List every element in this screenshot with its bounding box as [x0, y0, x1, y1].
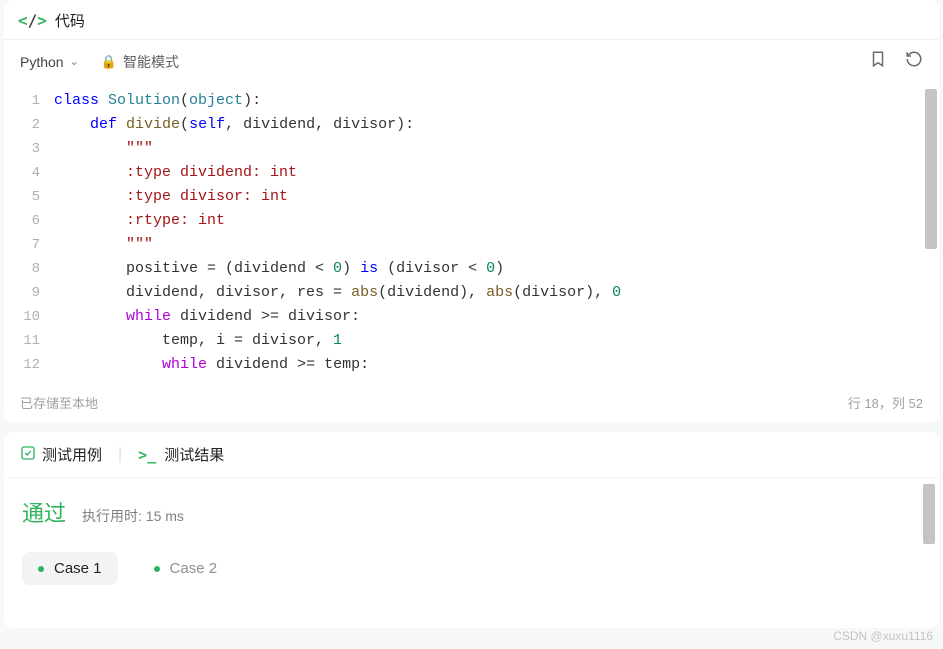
tab-testcase-label: 测试用例	[42, 444, 102, 465]
code-content[interactable]: class Solution(object): def divide(self,…	[54, 89, 939, 371]
tab-testcase[interactable]: 测试用例	[18, 442, 104, 467]
tab-separator: |	[118, 446, 122, 464]
terminal-icon: >_	[138, 446, 156, 464]
lock-icon: 🔒	[101, 54, 117, 70]
reset-icon[interactable]	[905, 50, 923, 73]
tab-testresult-label: 测试结果	[164, 444, 224, 465]
cursor-position: 行 18，列 52	[848, 393, 923, 412]
save-status: 已存储至本地	[20, 393, 98, 412]
language-selector[interactable]: Python ⌄	[20, 54, 79, 70]
panel-title: 代码	[55, 10, 85, 31]
case-label: Case 1	[54, 560, 102, 577]
result-status: 通过	[22, 496, 66, 528]
case-pill[interactable]: Case 2	[138, 552, 234, 585]
code-panel-header: </> 代码	[4, 0, 939, 40]
tab-testresult[interactable]: >_ 测试结果	[136, 442, 226, 467]
result-body: 通过 执行用时: 15 ms Case 1 Case 2	[4, 478, 939, 628]
status-dot	[38, 566, 44, 572]
result-tabs: 测试用例 | >_ 测试结果	[4, 432, 939, 478]
editor-scrollbar[interactable]	[925, 89, 937, 369]
scrollbar-thumb[interactable]	[923, 484, 935, 544]
editor-toolbar: Python ⌄ 🔒 智能模式	[4, 40, 939, 83]
bookmark-icon[interactable]	[869, 50, 887, 73]
code-icon: </>	[18, 11, 47, 30]
language-label: Python	[20, 54, 64, 70]
line-gutter: 123456789101112	[4, 89, 54, 371]
case-list: Case 1 Case 2	[22, 552, 921, 585]
status-dot	[154, 566, 160, 572]
check-icon	[20, 445, 36, 465]
watermark: CSDN @xuxu1116	[833, 629, 933, 643]
runtime-label: 执行用时: 15 ms	[82, 506, 184, 526]
mode-indicator[interactable]: 🔒 智能模式	[101, 52, 179, 72]
chevron-down-icon: ⌄	[70, 55, 79, 68]
case-label: Case 2	[170, 560, 218, 577]
mode-label: 智能模式	[123, 52, 179, 72]
result-scrollbar[interactable]	[923, 484, 935, 614]
case-pill[interactable]: Case 1	[22, 552, 118, 585]
editor-statusbar: 已存储至本地 行 18，列 52	[4, 383, 939, 422]
code-editor[interactable]: 123456789101112 class Solution(object): …	[4, 83, 939, 383]
scrollbar-thumb[interactable]	[925, 89, 937, 249]
